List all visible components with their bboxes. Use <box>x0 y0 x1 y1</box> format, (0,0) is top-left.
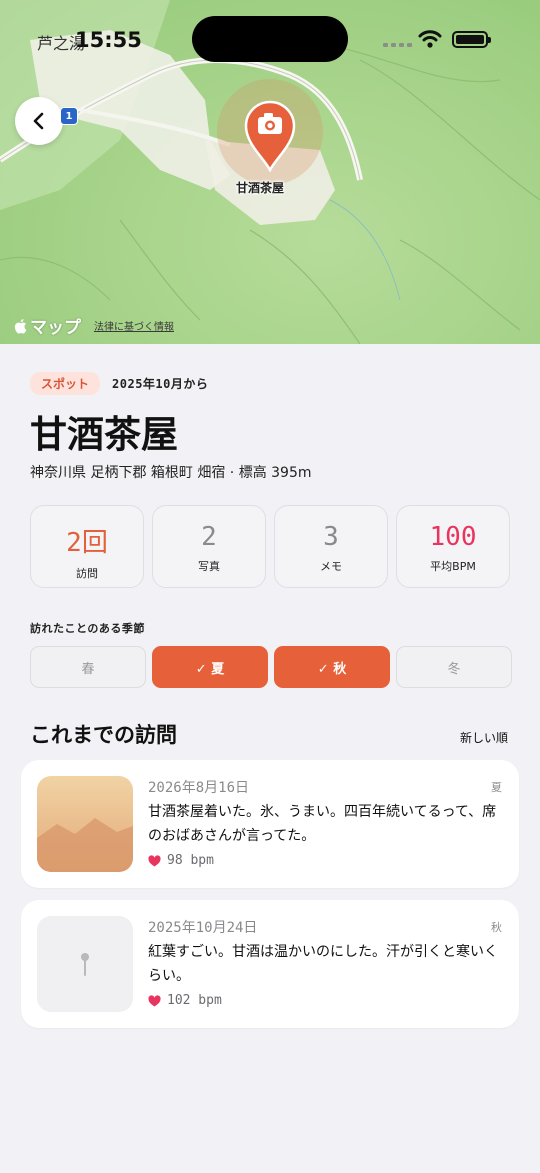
map-pin-icon <box>81 953 89 976</box>
visit-date: 2025年10月24日 <box>148 920 258 936</box>
chevron-left-icon <box>33 112 44 130</box>
visit-photo-thumbnail <box>37 776 133 872</box>
location-subtitle: 神奈川県 足柄下郡 箱根町 畑宿 · 標高 395m <box>30 465 312 481</box>
visit-note: 紅葉すごい。甘酒は温かいのにした。汗が引くと寒いくらい。 <box>148 944 498 984</box>
cellular-signal-icon <box>383 43 412 47</box>
season-chip-winter: 冬 <box>396 646 512 688</box>
stat-label: 平均BPM <box>430 560 476 573</box>
visit-bpm-value: 102 bpm <box>167 993 222 1008</box>
seasons-heading: 訪れたことのある季節 <box>30 622 145 635</box>
heart-icon <box>148 994 161 1006</box>
page-title: 甘酒茶屋 <box>30 413 178 456</box>
stat-avg-bpm: 100 平均BPM <box>396 505 510 588</box>
stat-value: 100 <box>429 522 477 552</box>
pin-label: 甘酒茶屋 <box>236 181 285 195</box>
stats-row: 2回 訪問 2 写真 3 メモ 100 平均BPM <box>30 505 510 588</box>
back-button[interactable] <box>15 97 63 145</box>
stat-label: メモ <box>320 560 342 573</box>
status-time: 15:55 <box>75 28 142 52</box>
heart-icon <box>148 854 161 866</box>
spot-badge: スポット <box>30 372 101 395</box>
maps-attribution-text: マップ <box>30 318 81 338</box>
season-chip-autumn: ✓ 秋 <box>274 646 390 688</box>
sort-toggle[interactable]: 新しい順 <box>460 729 508 746</box>
maps-attribution: マップ <box>13 313 81 338</box>
visit-bpm: 98 bpm <box>148 853 214 868</box>
visit-card[interactable]: 2026年8月16日 夏 甘酒茶屋着いた。氷、うまい。四百年続いてるって、席のお… <box>21 760 519 888</box>
visits-heading: これまでの訪問 <box>30 723 177 747</box>
season-chip-summer: ✓ 夏 <box>152 646 268 688</box>
spot-meta-row: スポット 2025年10月から <box>30 372 208 395</box>
visit-bpm: 102 bpm <box>148 993 222 1008</box>
visit-date: 2026年8月16日 <box>148 780 250 796</box>
stat-value: 2回 <box>66 528 108 558</box>
stat-label: 訪問 <box>76 567 98 580</box>
apple-logo-icon <box>14 318 27 334</box>
dynamic-island <box>192 16 348 62</box>
visit-card[interactable]: 2025年10月24日 秋 紅葉すごい。甘酒は温かいのにした。汗が引くと寒いくら… <box>21 900 519 1028</box>
stat-memos: 3 メモ <box>274 505 388 588</box>
visit-bpm-value: 98 bpm <box>167 853 214 868</box>
visit-note: 甘酒茶屋着いた。氷、うまい。四百年続いてるって、席のおばあさんが言ってた。 <box>148 804 497 844</box>
since-date: 2025年10月から <box>112 377 209 391</box>
wifi-icon <box>418 30 442 48</box>
stat-value: 2 <box>201 522 217 552</box>
season-chip-spring: 春 <box>30 646 146 688</box>
stat-visits: 2回 訪問 <box>30 505 144 588</box>
visit-photo-placeholder <box>37 916 133 1012</box>
season-chips: 春 ✓ 夏 ✓ 秋 冬 <box>30 646 512 688</box>
stat-photos: 2 写真 <box>152 505 266 588</box>
stat-value: 3 <box>323 522 339 552</box>
legal-info-link[interactable]: 法律に基づく情報 <box>94 318 174 333</box>
battery-icon <box>452 31 491 48</box>
visit-season-tag: 夏 <box>491 781 502 794</box>
photo-pin-icon[interactable] <box>244 100 296 172</box>
visit-season-tag: 秋 <box>491 921 502 934</box>
route-number-badge: 1 <box>60 107 78 125</box>
stat-label: 写真 <box>198 560 220 573</box>
map-view[interactable]: 芦之湯 15:55 1 甘酒茶屋 マップ 法律に基づく情報 <box>0 0 540 344</box>
